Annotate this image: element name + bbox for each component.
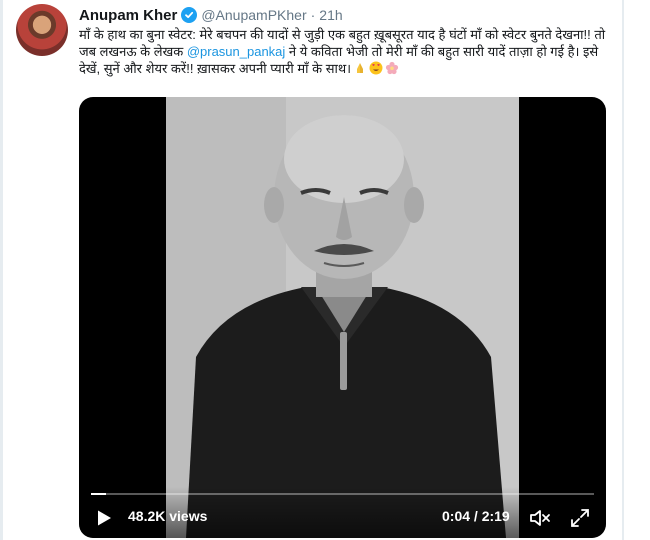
blossom-icon [385, 61, 399, 75]
video-progress-fill [91, 493, 107, 495]
author-name[interactable]: Anupam Kher [79, 7, 177, 24]
tweet-timestamp[interactable]: 21h [319, 7, 342, 23]
video-frame-image [166, 97, 519, 538]
folded-hands-icon [353, 61, 367, 75]
verified-badge-icon [181, 7, 198, 23]
mention-link[interactable]: @prasun_pankaj [187, 44, 285, 59]
avatar[interactable] [16, 4, 68, 56]
heart-eyes-icon [369, 61, 383, 75]
tweet-header: Anupam Kher @AnupamPKher · 21h [79, 5, 343, 25]
author-handle[interactable]: @AnupamPKher [201, 7, 306, 23]
video-timecode: 0:04 / 2:19 [442, 508, 510, 524]
volume-muted-icon[interactable] [529, 508, 551, 528]
video-controls: 48.2K views 0:04 / 2:19 [79, 487, 606, 538]
tweet-text: माँ के हाथ का बुना स्वेटर: मेरे बचपन की … [79, 26, 609, 77]
video-player[interactable]: 48.2K views 0:04 / 2:19 [79, 97, 606, 538]
video-progress-track[interactable] [91, 493, 594, 495]
fullscreen-icon[interactable] [570, 508, 590, 528]
separator-dot: · [310, 7, 316, 23]
view-count: 48.2K views [128, 508, 208, 524]
play-icon[interactable] [95, 509, 113, 527]
right-border [622, 0, 624, 540]
left-border [0, 0, 3, 540]
